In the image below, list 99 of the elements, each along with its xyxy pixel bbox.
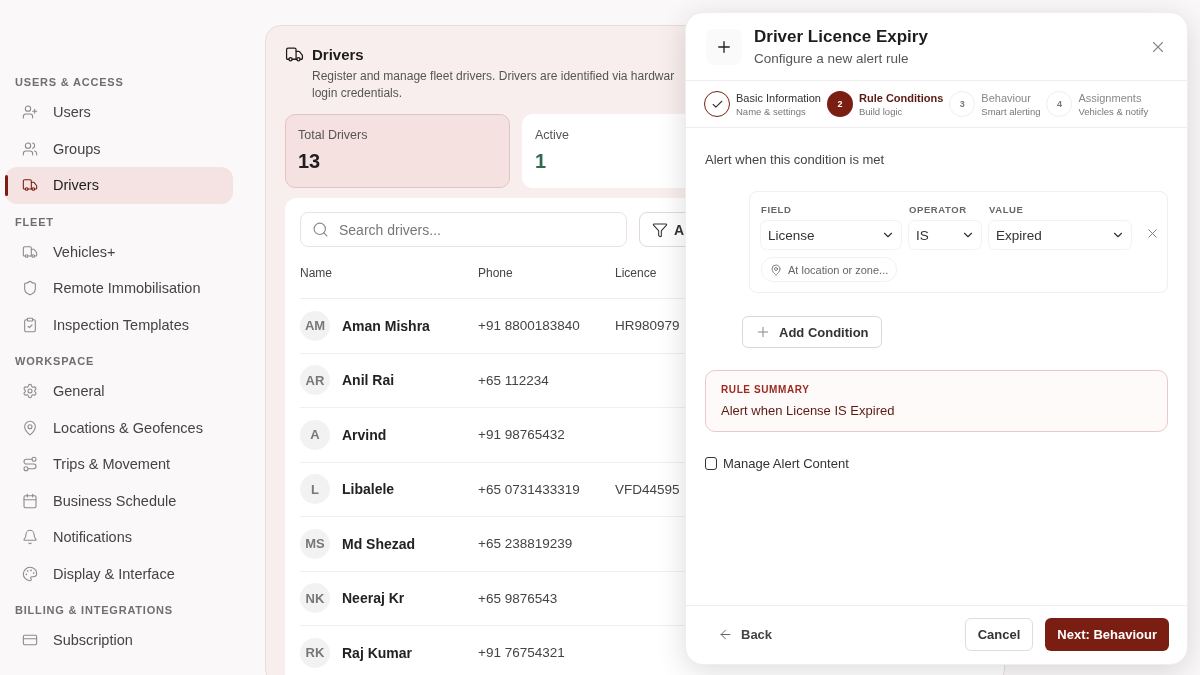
section-heading: WORKSPACE [14,355,95,369]
sidebar-item[interactable]: Vehicles+ [5,233,233,270]
step-label[interactable]: Assignments [1078,91,1149,104]
section-heading: USERS & ACCESS [14,76,124,90]
sidebar-item[interactable]: Display & Interface [5,555,233,592]
stat-card[interactable]: Total Drivers 13 [285,114,510,188]
next-button[interactable]: Next: Behaviour [1045,618,1169,651]
step-sublabel: Smart alerting [981,105,1041,117]
table-cell: HR980979 [615,318,680,334]
nav-icon [22,456,38,473]
nav-icon [22,177,38,194]
step-label[interactable]: Behaviour [981,91,1041,104]
step-label[interactable]: Rule Conditions [859,91,944,104]
dialog-subtitle: Configure a new alert rule [754,51,910,66]
sidebar-item[interactable]: Groups [5,130,233,167]
nav-icon [22,529,38,546]
summary-title: RULE SUMMARY [721,384,811,395]
back-button[interactable]: Back [706,627,777,642]
nav-icon [22,565,38,582]
page-title: Drivers [312,46,364,63]
step-sublabel: Name & settings [736,105,807,117]
checkbox-label: Manage Alert Content [723,456,849,471]
nav-icon [22,104,38,121]
step-indicator: 4 [1046,91,1073,117]
value-select[interactable]: Expired [989,221,1131,249]
avatar: A [300,419,330,450]
operator-select[interactable]: IS [909,221,981,249]
checkbox[interactable] [705,457,717,470]
sidebar-item[interactable]: General [5,373,233,410]
pin-icon [770,263,782,276]
sidebar-item[interactable]: Users [5,94,233,131]
sidebar-item[interactable]: Drivers [5,167,233,204]
driver-name: Anil Rai [342,372,395,389]
nav-icon [22,492,38,509]
dialog-title: Driver Licence Expiry [754,27,928,47]
plus-icon [706,28,742,65]
search-icon [312,221,329,238]
section-heading: FLEET [14,215,54,230]
search-field[interactable]: Search drivers... [300,212,627,247]
sidebar-item[interactable]: Remote Immobilisation [5,270,233,307]
nav-icon [22,140,38,157]
cancel-button[interactable]: Cancel [964,618,1034,651]
driver-name: Md Shezad [342,535,416,552]
page-description: login credentials. [312,85,403,102]
table-cell: +91 8800183840 [478,318,580,334]
nav-icon [22,280,38,297]
table-cell: +91 98765432 [478,427,565,443]
step-sublabel: Build logic [859,105,904,117]
filter-icon [652,221,668,238]
sidebar-item[interactable]: Business Schedule [5,482,233,519]
stat-label: Active [535,128,570,142]
driver-name: Libalele [342,481,395,498]
step-sublabel: Vehicles & notify [1078,105,1149,117]
avatar: AM [300,310,330,341]
remove-condition-button[interactable] [1145,226,1160,241]
step-indicator: 3 [949,91,976,117]
sidebar-item[interactable]: Inspection Templates [5,306,233,343]
table-cell: +65 238819239 [478,536,573,552]
avatar: AR [300,365,330,396]
field-label: OPERATOR [909,204,968,215]
table-cell: VFD44595 [615,481,680,497]
avatar: NK [300,583,330,614]
sidebar-item[interactable]: Notifications [5,519,233,556]
table-cell: +91 76754321 [478,645,565,661]
avatar: MS [300,528,330,559]
truck-icon [285,45,304,64]
section-heading: BILLING & INTEGRATIONS [14,604,173,618]
field-label: FIELD [761,204,793,215]
table-cell: +65 112234 [478,372,549,388]
nav-icon [22,316,38,333]
location-field[interactable]: At location or zone... [761,257,898,282]
column-header: Name [300,265,332,280]
sidebar-item[interactable]: Trips & Movement [5,446,233,483]
driver-name: Arvind [342,426,387,443]
add-condition-button[interactable]: Add Condition [742,316,882,348]
stat-label: Total Drivers [298,128,368,142]
table-cell: +65 9876543 [478,590,558,606]
sidebar-item[interactable]: Locations & Geofences [5,409,233,446]
driver-name: Aman Mishra [342,317,430,334]
page-description: Register and manage fleet drivers. Drivers are identified via hardwar [312,68,675,85]
step-indicator: 2 [827,91,853,117]
step-label[interactable]: Basic Information [736,91,821,104]
nav-icon [22,243,38,260]
summary-text: Alert when License IS Expired [721,403,896,418]
column-header: Licence [615,265,657,280]
sidebar-item[interactable]: Subscription [5,622,233,659]
avatar: L [300,474,330,505]
nav-icon [22,419,38,436]
stat-value: 1 [535,150,547,173]
column-header: Phone [478,265,513,280]
field-label: VALUE [989,204,1025,215]
plus-icon [755,324,771,340]
stat-value: 13 [298,150,321,173]
avatar: RK [300,637,330,668]
field-select[interactable]: License [761,221,901,249]
driver-name: Neeraj Kr [342,590,405,607]
driver-name: Raj Kumar [342,644,413,661]
table-cell: +65 0731433319 [478,481,580,497]
nav-icon [22,383,38,400]
